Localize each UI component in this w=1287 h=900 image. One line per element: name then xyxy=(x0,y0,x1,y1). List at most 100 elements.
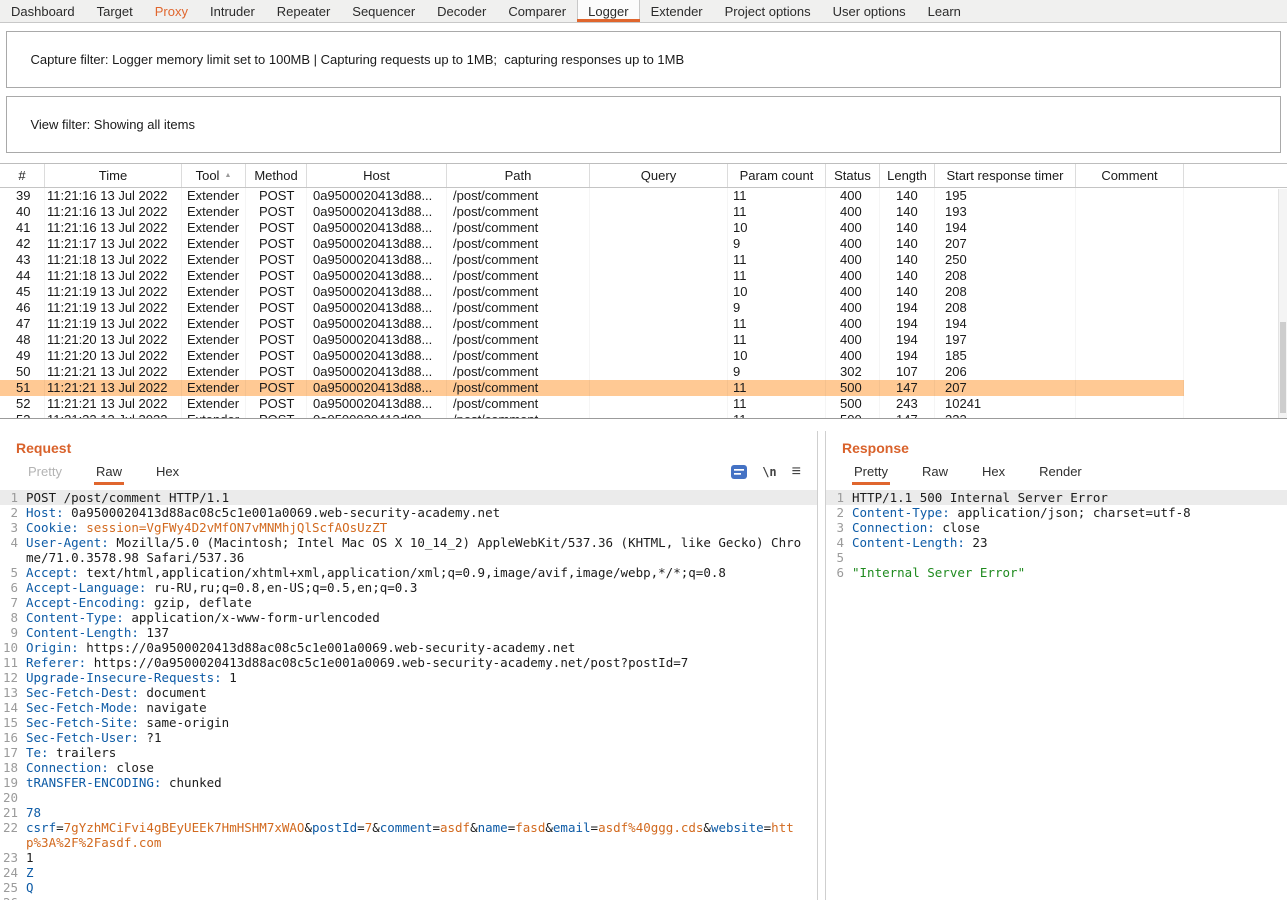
request-line-21: 2178 xyxy=(0,805,817,820)
line-number: 9 xyxy=(0,625,26,640)
log-row-40[interactable]: 4011:21:16 13 Jul 2022ExtenderPOST0a9500… xyxy=(0,204,1184,220)
log-row-52[interactable]: 5211:21:21 13 Jul 2022ExtenderPOST0a9500… xyxy=(0,396,1184,412)
cell-path: /post/comment xyxy=(447,252,590,268)
tab-dashboard[interactable]: Dashboard xyxy=(0,0,86,22)
log-row-44[interactable]: 4411:21:18 13 Jul 2022ExtenderPOST0a9500… xyxy=(0,268,1184,284)
log-row-45[interactable]: 4511:21:19 13 Jul 2022ExtenderPOST0a9500… xyxy=(0,284,1184,300)
line-number: 18 xyxy=(0,760,26,775)
tab-sequencer[interactable]: Sequencer xyxy=(341,0,426,22)
cell-num: 53 xyxy=(0,412,45,418)
column-header-param-count[interactable]: Param count xyxy=(728,164,826,187)
request-tab-pretty[interactable]: Pretty xyxy=(26,459,64,485)
line-number: 4 xyxy=(826,535,852,550)
tab-target[interactable]: Target xyxy=(86,0,144,22)
tab-decoder[interactable]: Decoder xyxy=(426,0,497,22)
log-row-46[interactable]: 4611:21:19 13 Jul 2022ExtenderPOST0a9500… xyxy=(0,300,1184,316)
column-header-tool[interactable]: Tool▲ xyxy=(182,164,246,187)
log-row-48[interactable]: 4811:21:20 13 Jul 2022ExtenderPOST0a9500… xyxy=(0,332,1184,348)
column-header-status[interactable]: Status xyxy=(826,164,880,187)
tab-repeater[interactable]: Repeater xyxy=(266,0,341,22)
cell-length: 147 xyxy=(880,380,935,396)
request-line-13: 13Sec-Fetch-Dest: document xyxy=(0,685,817,700)
cell-param-count: 11 xyxy=(728,188,826,204)
log-row-41[interactable]: 4111:21:16 13 Jul 2022ExtenderPOST0a9500… xyxy=(0,220,1184,236)
column-header-num[interactable]: # xyxy=(0,164,45,187)
horizontal-splitter[interactable] xyxy=(0,419,1287,431)
column-header-time[interactable]: Time xyxy=(45,164,182,187)
tab-proxy[interactable]: Proxy xyxy=(144,0,199,22)
cell-time: 11:21:16 13 Jul 2022 xyxy=(45,204,182,220)
request-line-4: 4User-Agent: Mozilla/5.0 (Macintosh; Int… xyxy=(0,535,817,565)
column-header-path[interactable]: Path xyxy=(447,164,590,187)
request-tab-hex[interactable]: Hex xyxy=(154,459,181,485)
column-header-length[interactable]: Length xyxy=(880,164,935,187)
cell-param-count: 11 xyxy=(728,316,826,332)
line-content: Accept: text/html,application/xhtml+xml,… xyxy=(26,565,817,580)
table-scrollbar[interactable] xyxy=(1278,189,1287,418)
request-editor[interactable]: 1POST /post/comment HTTP/1.12Host: 0a950… xyxy=(0,487,817,900)
line-number: 16 xyxy=(0,730,26,745)
vertical-splitter[interactable] xyxy=(818,431,825,900)
line-number: 19 xyxy=(0,775,26,790)
cell-comment xyxy=(1076,252,1184,268)
request-line-20: 20 xyxy=(0,790,817,805)
line-number: 7 xyxy=(0,595,26,610)
cell-method: POST xyxy=(246,188,307,204)
log-row-42[interactable]: 4211:21:17 13 Jul 2022ExtenderPOST0a9500… xyxy=(0,236,1184,252)
tab-logger[interactable]: Logger xyxy=(577,0,639,22)
response-editor[interactable]: 1HTTP/1.1 500 Internal Server Error2Cont… xyxy=(826,487,1287,900)
wrap-lines-icon[interactable] xyxy=(731,465,747,479)
cell-query xyxy=(590,236,728,252)
cell-query xyxy=(590,364,728,380)
tab-project-options[interactable]: Project options xyxy=(714,0,822,22)
log-row-49[interactable]: 4911:21:20 13 Jul 2022ExtenderPOST0a9500… xyxy=(0,348,1184,364)
log-row-51[interactable]: 5111:21:21 13 Jul 2022ExtenderPOST0a9500… xyxy=(0,380,1184,396)
column-header-query[interactable]: Query xyxy=(590,164,728,187)
tab-extender[interactable]: Extender xyxy=(640,0,714,22)
cell-query xyxy=(590,188,728,204)
request-panel: Request PrettyRawHex \n ≡ 1POST /post/co… xyxy=(0,431,818,900)
response-tab-bar: Pretty Raw Hex Render xyxy=(826,457,1287,487)
request-tab-raw[interactable]: Raw xyxy=(94,459,124,485)
log-row-43[interactable]: 4311:21:18 13 Jul 2022ExtenderPOST0a9500… xyxy=(0,252,1184,268)
request-line-26: 26 xyxy=(0,895,817,900)
log-row-39[interactable]: 3911:21:16 13 Jul 2022ExtenderPOST0a9500… xyxy=(0,188,1184,204)
cell-path: /post/comment xyxy=(447,332,590,348)
cell-path: /post/comment xyxy=(447,316,590,332)
cell-method: POST xyxy=(246,412,307,418)
tab-user-options[interactable]: User options xyxy=(822,0,917,22)
cell-param-count: 11 xyxy=(728,396,826,412)
request-line-8: 8Content-Type: application/x-www-form-ur… xyxy=(0,610,817,625)
request-line-22: 22csrf=7gYzhMCiFvi4gBEyUEEk7HmHSHM7xWAO&… xyxy=(0,820,817,850)
column-header-start-response-timer[interactable]: Start response timer xyxy=(935,164,1076,187)
log-row-50[interactable]: 5011:21:21 13 Jul 2022ExtenderPOST0a9500… xyxy=(0,364,1184,380)
view-filter-bar[interactable]: View filter: Showing all items xyxy=(6,96,1281,153)
log-row-53[interactable]: 5311:21:22 13 Jul 2022ExtenderPOST0a9500… xyxy=(0,412,1184,418)
log-row-47[interactable]: 4711:21:19 13 Jul 2022ExtenderPOST0a9500… xyxy=(0,316,1184,332)
response-tab-raw[interactable]: Raw xyxy=(920,459,950,485)
tab-intruder[interactable]: Intruder xyxy=(199,0,266,22)
response-tab-render[interactable]: Render xyxy=(1037,459,1084,485)
cell-start-response-timer: 222 xyxy=(935,412,1076,418)
tab-learn[interactable]: Learn xyxy=(917,0,972,22)
scrollbar-thumb[interactable] xyxy=(1280,322,1286,414)
line-number: 2 xyxy=(826,505,852,520)
column-header-method[interactable]: Method xyxy=(246,164,307,187)
response-tab-hex[interactable]: Hex xyxy=(980,459,1007,485)
nonprinting-chars-icon[interactable]: \n xyxy=(762,465,776,479)
response-tab-pretty[interactable]: Pretty xyxy=(852,459,890,485)
cell-length: 140 xyxy=(880,220,935,236)
cell-start-response-timer: 206 xyxy=(935,364,1076,380)
cell-length: 140 xyxy=(880,236,935,252)
column-header-comment[interactable]: Comment xyxy=(1076,164,1184,187)
capture-filter-bar[interactable]: Capture filter: Logger memory limit set … xyxy=(6,31,1281,88)
line-number: 4 xyxy=(0,535,26,565)
cell-host: 0a9500020413d88... xyxy=(307,268,447,284)
tab-comparer[interactable]: Comparer xyxy=(497,0,577,22)
editor-menu-icon[interactable]: ≡ xyxy=(792,463,801,481)
cell-comment xyxy=(1076,316,1184,332)
column-header-host[interactable]: Host xyxy=(307,164,447,187)
line-content: Sec-Fetch-Dest: document xyxy=(26,685,817,700)
cell-time: 11:21:16 13 Jul 2022 xyxy=(45,188,182,204)
line-content: POST /post/comment HTTP/1.1 xyxy=(26,490,817,505)
